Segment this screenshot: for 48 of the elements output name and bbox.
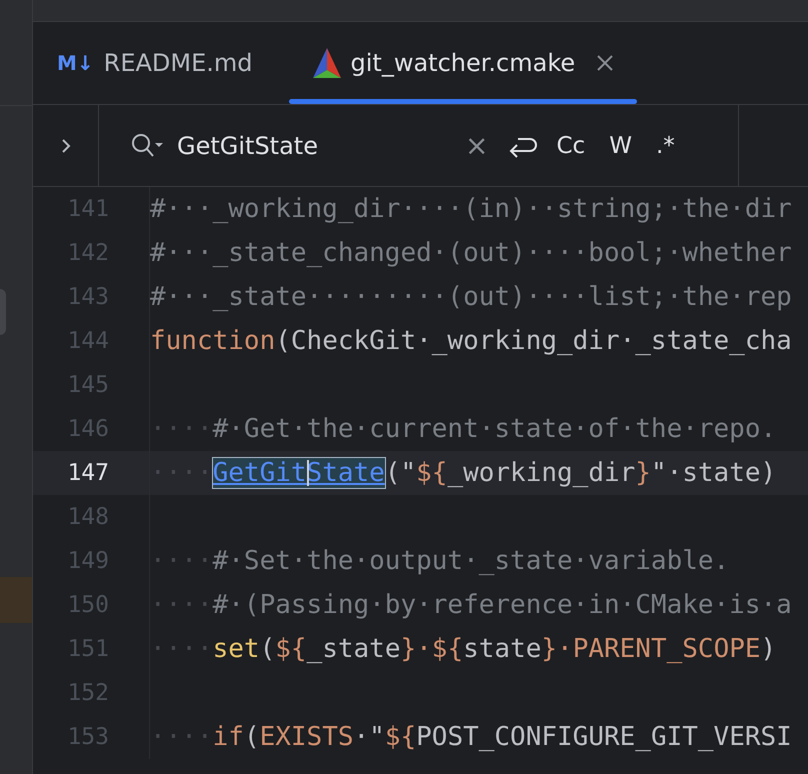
code-text: }·PARENT_SCOPE (541, 634, 761, 664)
code-text: }·${ (400, 634, 464, 664)
search-option-button[interactable]: W (603, 132, 638, 158)
code-text: state (463, 634, 542, 664)
code-text: EXISTS (260, 722, 354, 752)
code-text: "·state) (650, 458, 776, 488)
code-text: ·" (354, 722, 385, 752)
code-text: _state (306, 634, 400, 664)
code-text: ( (260, 634, 276, 664)
code-text: #···_state_changed·(out)····bool;·whether (150, 238, 792, 268)
clear-button[interactable]: × (465, 129, 488, 162)
code-text: (CheckGit·_working_dir·_state_cha (275, 326, 792, 356)
close-icon[interactable] (597, 55, 614, 71)
line-number: 147 (66, 460, 109, 486)
code-text: } (635, 458, 651, 488)
search-option-button[interactable]: .* (650, 132, 681, 158)
search-option-button[interactable]: Cc (550, 132, 592, 158)
code-text: (" (384, 458, 416, 488)
whitespace-marks: ···· (150, 634, 213, 664)
triangle-icon (312, 48, 341, 78)
search-field[interactable]: GetGitState (177, 132, 457, 160)
code-text: POST_CONFIGURE_GIT_VERSI (416, 722, 792, 752)
code-text: set (212, 634, 260, 664)
whitespace-marks: ···· (150, 590, 213, 620)
tab-label: git_watcher.cmake (350, 49, 576, 77)
editor-tab[interactable]: git_watcher.cmake (288, 22, 638, 104)
whitespace-marks: ···· (150, 546, 213, 576)
chevron-right-icon[interactable] (60, 138, 70, 154)
search-icon[interactable] (131, 132, 163, 158)
code-text: ${ (416, 458, 448, 488)
code-text: ( (244, 722, 260, 752)
whitespace-marks: ···· (150, 414, 213, 444)
code-text: #·Set·the·output·_state·variable. (212, 546, 730, 576)
whitespace-marks: ···· (150, 722, 213, 752)
code-text: #···_working_dir····(in)··string;·the·dir (150, 194, 792, 224)
code-text: _working_dir (447, 458, 636, 488)
editor-tab[interactable]: M↓ README.md (33, 22, 277, 104)
tab-label: README.md (104, 49, 253, 77)
code-text: ) (760, 634, 776, 664)
whitespace-marks: ···· (150, 458, 213, 488)
markdown-icon: M↓ (57, 51, 94, 75)
code-text: #·Get·the·current·state·of·the·repo. (212, 414, 776, 444)
code-text: if (212, 722, 244, 752)
code-text: ${ (275, 634, 307, 664)
code-text: #·(Passing·by·reference·in·CMake·is·a (212, 590, 792, 620)
code-text: function (150, 326, 276, 356)
code-text: ${ (384, 722, 416, 752)
code-text: #···_state·········(out)····list;·the·rep (150, 282, 792, 312)
